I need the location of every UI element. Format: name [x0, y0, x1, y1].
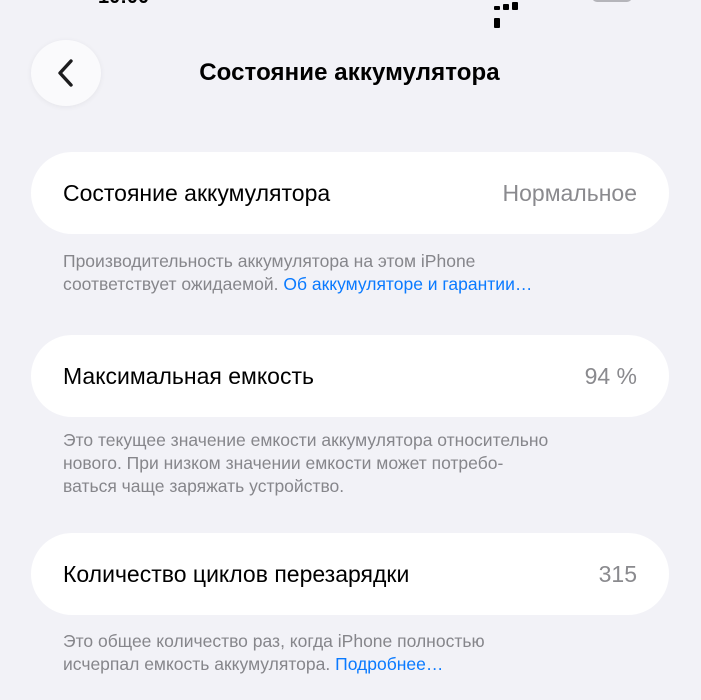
battery-health-row: Состояние аккумулятора Нормальное: [31, 152, 669, 234]
maximum-capacity-label: Максимальная емкость: [63, 362, 314, 389]
footnote-line: соответствует ожидаемой.: [63, 274, 284, 294]
maximum-capacity-footnote: Это текущее значение емкости аккумулятор…: [63, 429, 663, 498]
footnote-line: Это текущее значение емкости аккумулятор…: [63, 430, 549, 450]
footnote-line: Производительность аккумулятора на этом …: [63, 251, 476, 271]
battery-health-screen: 10:00 Состояние аккумулятора Состояние а…: [0, 0, 701, 700]
footnote-line: нового. При низком значении емкости може…: [63, 453, 504, 473]
footnote-line-with-link: соответствует ожидаемой. Об аккумуляторе…: [63, 273, 663, 296]
battery-health-value: Нормальное: [502, 179, 638, 206]
status-bar: 10:00: [0, 0, 701, 28]
cycle-count-label: Количество циклов перезарядки: [63, 560, 410, 587]
signal-icon: [494, 0, 528, 28]
footnote-line-with-link: исчерпал емкость аккумулятора. Подробнее…: [63, 653, 663, 676]
battery-warranty-link[interactable]: Об аккумуляторе и гарантии…: [283, 274, 532, 294]
page-title: Состояние аккумулятора: [0, 59, 701, 87]
cycle-count-row: Количество циклов перезарядки 315: [31, 533, 669, 615]
battery-health-footnote: Производительность аккумулятора на этом …: [63, 250, 663, 296]
status-time: 10:00: [98, 0, 149, 9]
maximum-capacity-value: 94 %: [584, 362, 637, 389]
footnote-line: Это общее количество раз, когда iPhone п…: [63, 631, 485, 651]
battery-icon: [592, 0, 632, 2]
footnote-line: исчерпал емкость аккумулятора.: [63, 654, 336, 674]
cycle-count-value: 315: [598, 560, 637, 587]
page-title-text: Состояние аккумулятора: [199, 59, 500, 86]
maximum-capacity-row: Максимальная емкость 94 %: [31, 335, 669, 417]
learn-more-link[interactable]: Подробнее…: [335, 654, 443, 674]
footnote-line: ваться чаще заряжать устройство.: [63, 476, 345, 496]
cycle-count-footnote: Это общее количество раз, когда iPhone п…: [63, 630, 663, 676]
battery-health-label: Состояние аккумулятора: [63, 179, 331, 206]
